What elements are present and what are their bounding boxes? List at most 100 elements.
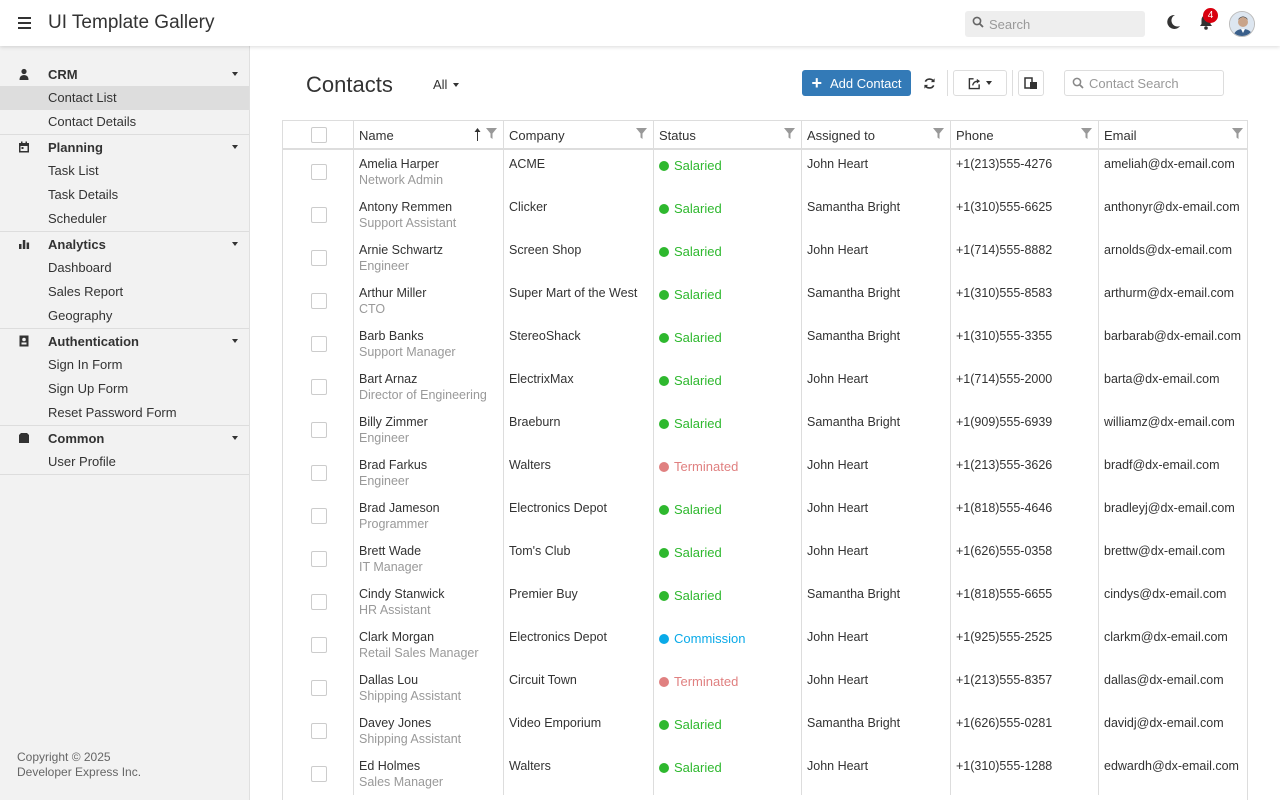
row-checkbox[interactable] xyxy=(311,551,327,567)
nav-group-header-authentication[interactable]: Authentication xyxy=(0,329,249,353)
column-chooser-button[interactable] xyxy=(1018,70,1044,96)
filter-icon[interactable] xyxy=(1081,128,1092,139)
table-row[interactable]: Barb Banks Support Manager StereoShack Sala… xyxy=(283,322,1247,365)
contact-search-input[interactable] xyxy=(1089,71,1219,95)
sidebar-item-user-profile[interactable]: User Profile xyxy=(0,450,249,474)
row-checkbox[interactable] xyxy=(311,164,327,180)
nav-group-label: Authentication xyxy=(48,334,139,349)
assigned-cell: John Heart xyxy=(802,150,951,193)
table-row[interactable]: Cindy Stanwick HR Assistant Premier Buy Sal… xyxy=(283,580,1247,623)
filter-icon[interactable] xyxy=(784,128,795,139)
filter-icon[interactable] xyxy=(1232,128,1243,139)
add-contact-button[interactable]: + Add Contact xyxy=(802,70,911,96)
status-dot-icon xyxy=(659,590,669,601)
table-row[interactable]: Clark Morgan Retail Sales Manager Electron… xyxy=(283,623,1247,666)
table-row[interactable]: Amelia Harper Network Admin ACME Salaried Jo… xyxy=(283,150,1247,193)
row-checkbox[interactable] xyxy=(311,379,327,395)
header-company[interactable]: Company xyxy=(504,121,654,148)
sidebar-item-sign-up-form[interactable]: Sign Up Form xyxy=(0,377,249,401)
contact-position: HR Assistant xyxy=(359,603,431,617)
chevron-down-icon xyxy=(232,145,238,149)
header-email[interactable]: Email xyxy=(1099,121,1247,148)
global-search[interactable] xyxy=(965,11,1145,37)
name-cell: Cindy Stanwick HR Assistant xyxy=(354,580,504,623)
table-row[interactable]: Arthur Miller CTO Super Mart of the West Sa… xyxy=(283,279,1247,322)
row-checkbox[interactable] xyxy=(311,723,327,739)
chart-icon xyxy=(19,240,30,249)
row-checkbox[interactable] xyxy=(311,293,327,309)
sidebar-item-contact-list[interactable]: Contact List xyxy=(0,86,249,110)
select-all-checkbox[interactable] xyxy=(311,127,327,143)
status-dot-icon xyxy=(659,203,669,214)
row-checkbox[interactable] xyxy=(311,336,327,352)
user-avatar[interactable] xyxy=(1229,11,1255,37)
status-badge: Salaried xyxy=(659,588,722,603)
moon-icon[interactable] xyxy=(1166,13,1182,31)
header-phone[interactable]: Phone xyxy=(951,121,1099,148)
header-name[interactable]: Name xyxy=(354,121,504,148)
contact-position: Engineer xyxy=(359,431,410,445)
table-row[interactable]: Arnie Schwartz Engineer Screen Shop Salarie… xyxy=(283,236,1247,279)
header-label: Company xyxy=(509,128,565,143)
status-filter-dropdown[interactable]: All xyxy=(433,77,460,92)
email-address: dallas@dx-email.com xyxy=(1104,673,1224,687)
search-icon xyxy=(972,16,984,28)
table-row[interactable]: Davey Jones Shipping Assistant Video Empor… xyxy=(283,709,1247,752)
filter-icon[interactable] xyxy=(933,128,944,139)
row-checkbox[interactable] xyxy=(311,508,327,524)
row-checkbox[interactable] xyxy=(311,594,327,610)
row-checkbox[interactable] xyxy=(311,422,327,438)
contact-position: Engineer xyxy=(359,259,410,273)
contact-position: Programmer xyxy=(359,517,429,531)
table-row[interactable]: Brett Wade IT Manager Tom's Club Salaried Jo… xyxy=(283,537,1247,580)
header-status[interactable]: Status xyxy=(654,121,802,148)
row-checkbox[interactable] xyxy=(311,680,327,696)
table-row[interactable]: Ed Holmes Sales Manager Walters Salaried Joh… xyxy=(283,752,1247,795)
row-checkbox[interactable] xyxy=(311,207,327,223)
global-search-input[interactable] xyxy=(989,11,1139,37)
sidebar-item-contact-details[interactable]: Contact Details xyxy=(0,110,249,134)
sidebar-item-geography[interactable]: Geography xyxy=(0,304,249,328)
sidebar-item-task-details[interactable]: Task Details xyxy=(0,183,249,207)
row-checkbox[interactable] xyxy=(311,766,327,782)
row-select-cell xyxy=(283,150,354,193)
nav-group-header-planning[interactable]: Planning xyxy=(0,135,249,159)
sidebar-item-reset-password-form[interactable]: Reset Password Form xyxy=(0,401,249,425)
phone-cell: +1(213)555-3626 xyxy=(951,451,1099,494)
table-row[interactable]: Bart Arnaz Director of Engineering Electri… xyxy=(283,365,1247,408)
status-dot-icon xyxy=(659,332,669,343)
refresh-button[interactable] xyxy=(917,70,941,96)
table-row[interactable]: Brad Farkus Engineer Walters Terminated John… xyxy=(283,451,1247,494)
email-cell: barbarab@dx-email.com xyxy=(1099,322,1247,365)
sidebar-item-scheduler[interactable]: Scheduler xyxy=(0,207,249,231)
contact-search[interactable] xyxy=(1064,70,1224,96)
assigned-to: John Heart xyxy=(807,501,869,515)
sidebar-item-dashboard[interactable]: Dashboard xyxy=(0,256,249,280)
status-label: Salaried xyxy=(674,717,722,732)
table-row[interactable]: Billy Zimmer Engineer Braeburn Salaried Sama… xyxy=(283,408,1247,451)
contact-position: Support Assistant xyxy=(359,216,457,230)
sidebar-item-sales-report[interactable]: Sales Report xyxy=(0,280,249,304)
contact-name: Cindy Stanwick xyxy=(359,587,445,601)
export-button[interactable] xyxy=(953,70,1007,96)
filter-icon[interactable] xyxy=(486,128,497,139)
phone-cell: +1(626)555-0358 xyxy=(951,537,1099,580)
nav-group-header-common[interactable]: Common xyxy=(0,426,249,450)
phone-number: +1(626)555-0281 xyxy=(956,716,1053,730)
sidebar-item-sign-in-form[interactable]: Sign In Form xyxy=(0,353,249,377)
table-row[interactable]: Antony Remmen Support Assistant Clicker Sal… xyxy=(283,193,1247,236)
filter-icon[interactable] xyxy=(636,128,647,139)
table-row[interactable]: Dallas Lou Shipping Assistant Circuit Town… xyxy=(283,666,1247,709)
status-cell: Salaried xyxy=(654,408,802,451)
row-checkbox[interactable] xyxy=(311,465,327,481)
name-cell: Antony Remmen Support Assistant xyxy=(354,193,504,236)
table-row[interactable]: Brad Jameson Programmer Electronics Depot S… xyxy=(283,494,1247,537)
hamburger-menu-icon[interactable] xyxy=(12,11,36,35)
sidebar-item-task-list[interactable]: Task List xyxy=(0,159,249,183)
header-assigned-to[interactable]: Assigned to xyxy=(802,121,951,148)
nav-group-header-crm[interactable]: CRM xyxy=(0,62,249,86)
row-checkbox[interactable] xyxy=(311,250,327,266)
nav-group-header-analytics[interactable]: Analytics xyxy=(0,232,249,256)
company-name: Braeburn xyxy=(509,415,561,429)
row-checkbox[interactable] xyxy=(311,637,327,653)
